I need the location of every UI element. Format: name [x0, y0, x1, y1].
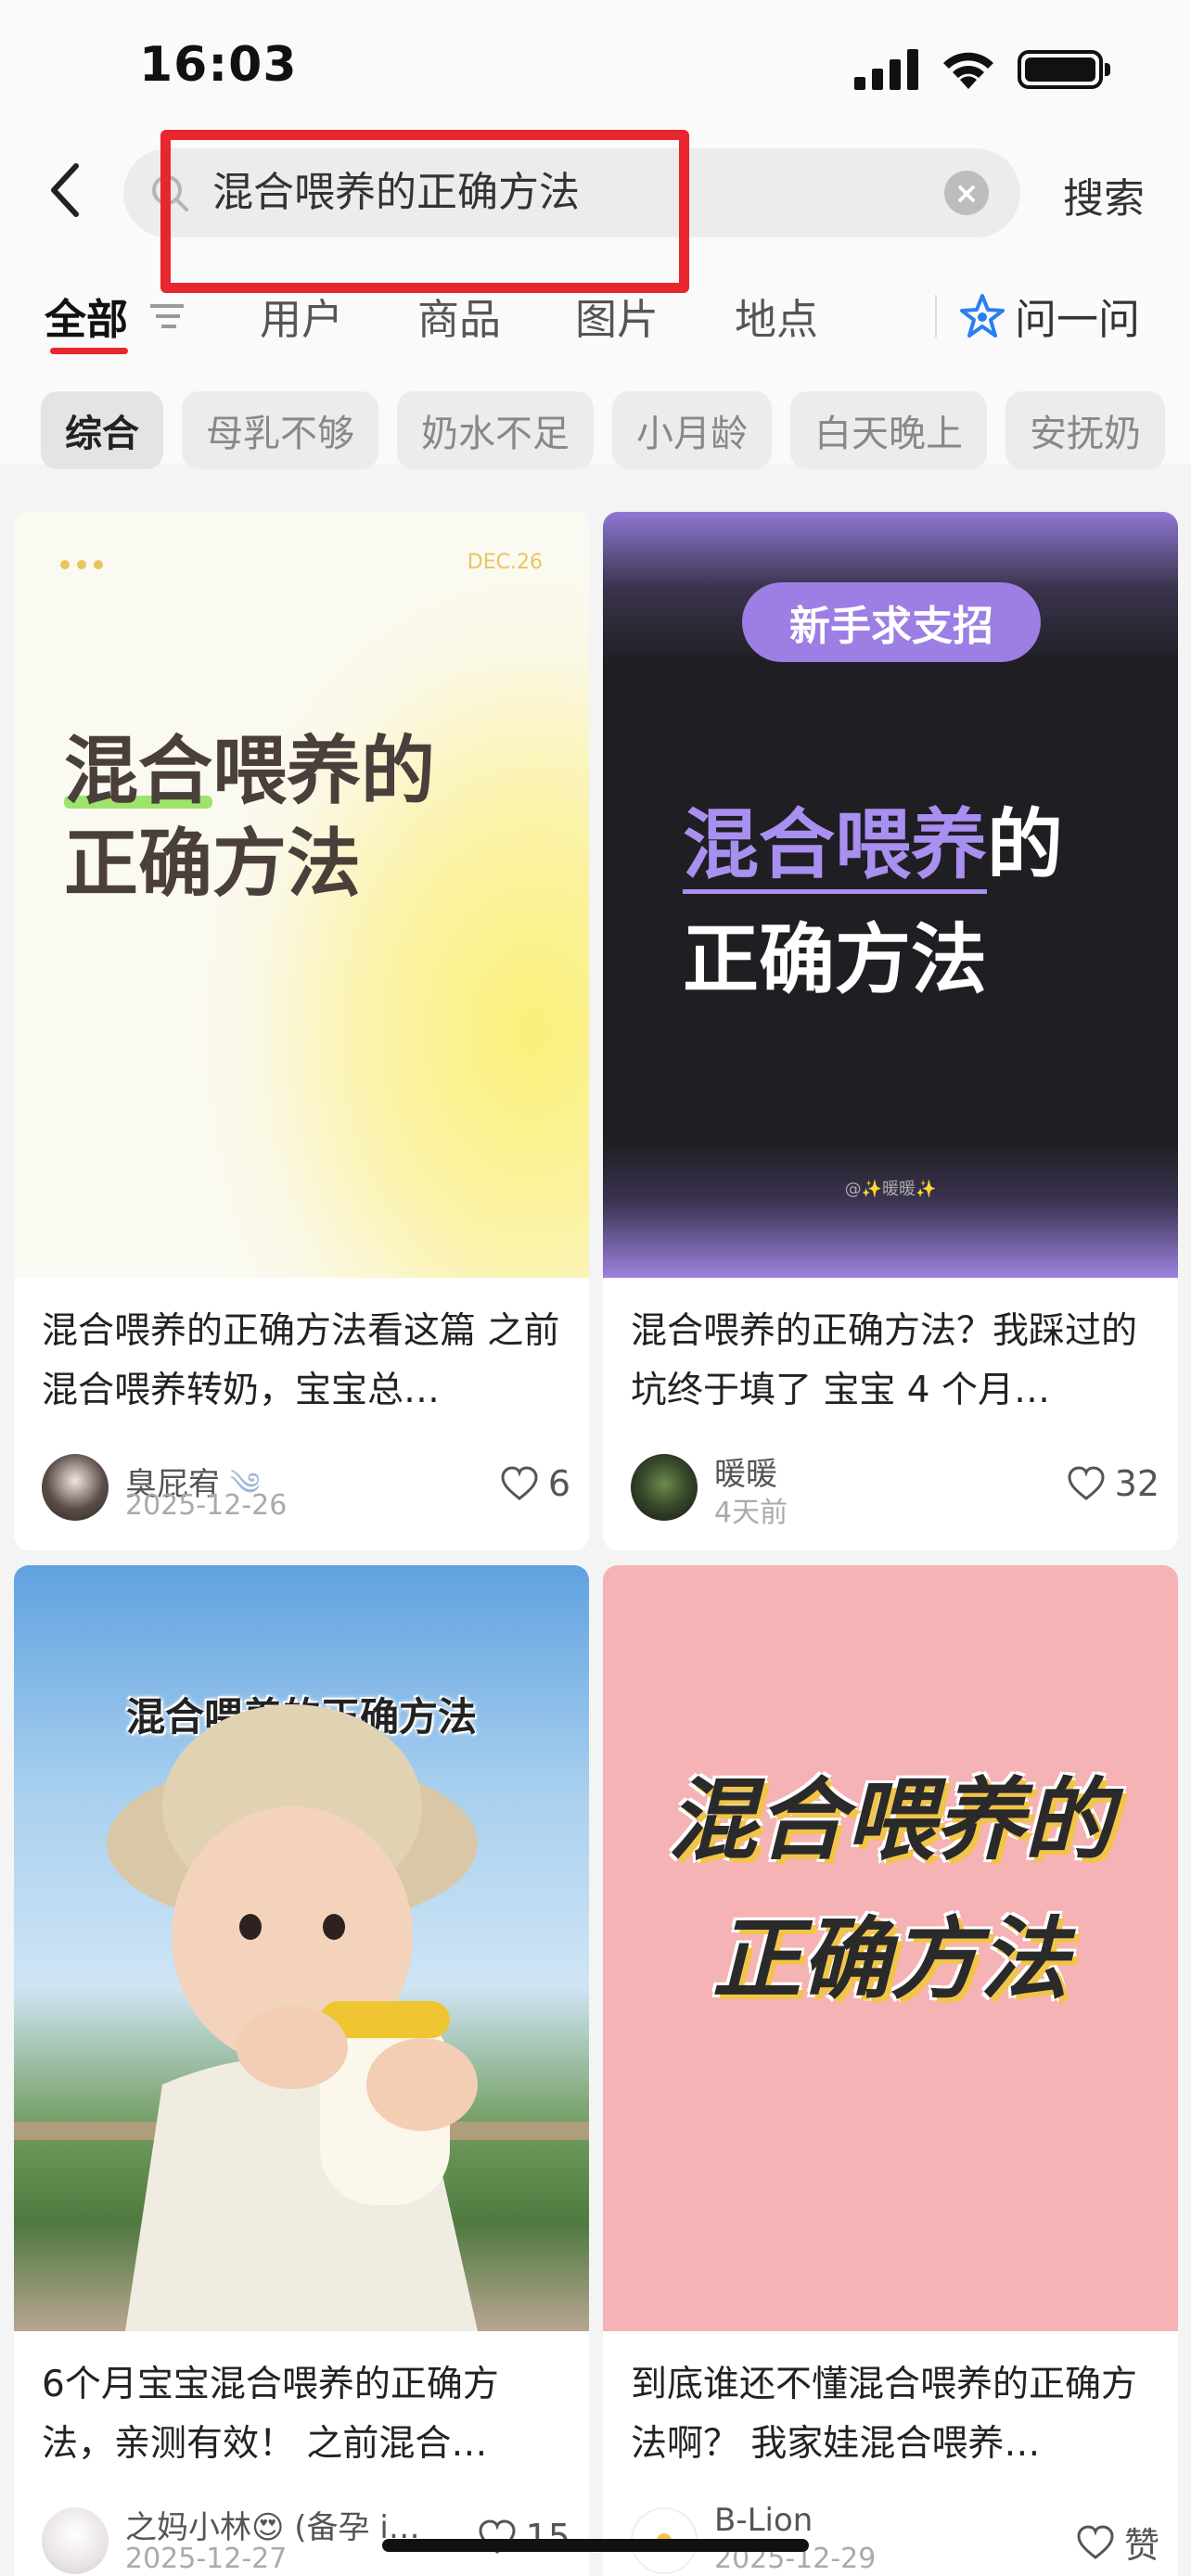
ask-label: 问一问	[1015, 295, 1141, 344]
like-count: 32	[1114, 1463, 1159, 1504]
cover-rest-text: 的	[987, 801, 1064, 889]
card-meta: 暖暖 4天前 32	[631, 1448, 1159, 1529]
annotation-highlight	[160, 130, 689, 293]
post-date: 2025-12-26	[125, 1489, 288, 1522]
card-cover: 混合喂养的 正确方法	[603, 1565, 1178, 2331]
like-count: 赞	[1123, 2525, 1159, 2566]
post-date: 2025-12-27	[125, 2543, 288, 2575]
tab-places[interactable]: 地点	[735, 286, 818, 346]
author-name[interactable]: B-Lion	[714, 2502, 813, 2539]
card-title: 到底谁还不懂混合喂养的正确方法啊？ 我家娃混合喂养…	[631, 2364, 1138, 2465]
result-tabs: 全部 用户 商品 图片 地点 问一问	[0, 278, 1191, 362]
clear-search-button[interactable]: ×	[944, 171, 989, 215]
note-card[interactable]: 新手求支招 混合喂养的 正确方法 @✨暖暖✨ 混合喂养的正确方法？我踩过的坑终于…	[603, 512, 1178, 1550]
note-card[interactable]: 混合喂养的 正确方法 到底谁还不懂混合喂养的正确方法啊？ 我家娃混合喂养… B-…	[603, 1565, 1178, 2576]
avatar[interactable]	[42, 1454, 109, 1521]
home-indicator[interactable]	[382, 2539, 809, 2552]
ask-button[interactable]: 问一问	[959, 286, 1140, 346]
tab-all[interactable]: 全部	[45, 286, 128, 346]
cover-date-tag: DEC.26	[467, 551, 543, 574]
cover-heading: 混合 喂养的 正确方法	[64, 725, 435, 911]
note-card[interactable]: 混合喂养的正确方法 6个月宝宝混合喂养的正确方法，亲测有效！ 之前混合… 之妈小…	[14, 1565, 589, 2576]
sparkle-star-icon	[960, 293, 1005, 338]
wifi-icon	[943, 52, 993, 89]
tab-users[interactable]: 用户	[260, 286, 343, 346]
like-button[interactable]: 赞	[1076, 2517, 1159, 2568]
chip-comprehensive[interactable]: 综合	[41, 391, 163, 469]
author-name[interactable]: 暖暖	[714, 1448, 777, 1494]
cover-rest-text: 喂养的	[212, 728, 435, 814]
cover-heading: 混合喂养的 正确方法	[603, 1751, 1178, 2029]
author-name[interactable]: 之妈小林😍 (备孕 i…	[125, 2502, 420, 2547]
cover-line2: 正确方法	[712, 1907, 1069, 2011]
chip-day-night[interactable]: 白天晚上	[790, 391, 987, 469]
cover-line2: 正确方法	[683, 916, 988, 1004]
dots-icon	[60, 560, 103, 569]
card-meta: 臭屁宥 ༄ 2025-12-26 6	[42, 1448, 570, 1523]
active-tab-indicator	[50, 348, 128, 354]
cover-line1: 混合喂养的	[668, 1768, 1113, 1872]
filter-chips: 综合 母乳不够 奶水不足 小月龄 白天晚上 安抚奶	[41, 391, 1165, 469]
chevron-left-icon	[51, 163, 79, 217]
post-date: 4天前	[714, 1497, 788, 1529]
cover-highlight-text: 混合	[64, 728, 212, 814]
card-title: 混合喂养的正确方法？我踩过的坑终于填了 宝宝 4 个月…	[631, 1310, 1138, 1411]
chip-soothing-milk[interactable]: 安抚奶	[1005, 391, 1165, 469]
card-title: 混合喂养的正确方法看这篇 之前混合喂养转奶，宝宝总…	[42, 1310, 560, 1411]
heart-icon	[501, 1466, 538, 1500]
cover-highlight-text: 混合喂养	[683, 801, 988, 894]
tab-divider	[935, 295, 937, 338]
filter-icon[interactable]	[147, 299, 187, 334]
avatar[interactable]	[42, 2507, 109, 2574]
heart-icon	[1068, 1466, 1105, 1500]
chip-young-infant[interactable]: 小月龄	[612, 391, 772, 469]
like-button[interactable]: 6	[500, 1463, 570, 1504]
cover-heading: 混合喂养的 正确方法	[683, 788, 1063, 1018]
baby-photo	[14, 1704, 589, 2331]
cover-line2: 正确方法	[64, 821, 361, 907]
tab-products[interactable]: 商品	[417, 286, 501, 346]
heart-icon	[1077, 2524, 1114, 2559]
cellular-signal-icon	[854, 49, 918, 90]
tab-images[interactable]: 图片	[575, 286, 659, 346]
search-button[interactable]: 搜索	[1063, 165, 1145, 224]
status-icons	[854, 48, 1110, 91]
card-cover: DEC.26 混合 喂养的 正确方法	[14, 512, 589, 1278]
like-count: 6	[547, 1463, 570, 1504]
status-time: 16:03	[139, 37, 298, 93]
cover-watermark: @✨暖暖✨	[844, 1180, 937, 1199]
chip-not-enough-breastmilk[interactable]: 母乳不够	[182, 391, 378, 469]
card-cover: 新手求支招 混合喂养的 正确方法 @✨暖暖✨	[603, 512, 1178, 1278]
like-button[interactable]: 32	[1067, 1463, 1159, 1504]
note-card[interactable]: DEC.26 混合 喂养的 正确方法 混合喂养的正确方法看这篇 之前混合喂养转奶…	[14, 512, 589, 1550]
card-cover: 混合喂养的正确方法	[14, 1565, 589, 2331]
cover-badge: 新手求支招	[742, 582, 1041, 662]
close-icon: ×	[954, 175, 980, 210]
card-title: 6个月宝宝混合喂养的正确方法，亲测有效！ 之前混合…	[42, 2364, 499, 2465]
chip-low-milk-supply[interactable]: 奶水不足	[397, 391, 594, 469]
back-button[interactable]	[37, 158, 93, 223]
avatar[interactable]	[631, 1454, 698, 1521]
battery-icon	[1018, 50, 1110, 89]
